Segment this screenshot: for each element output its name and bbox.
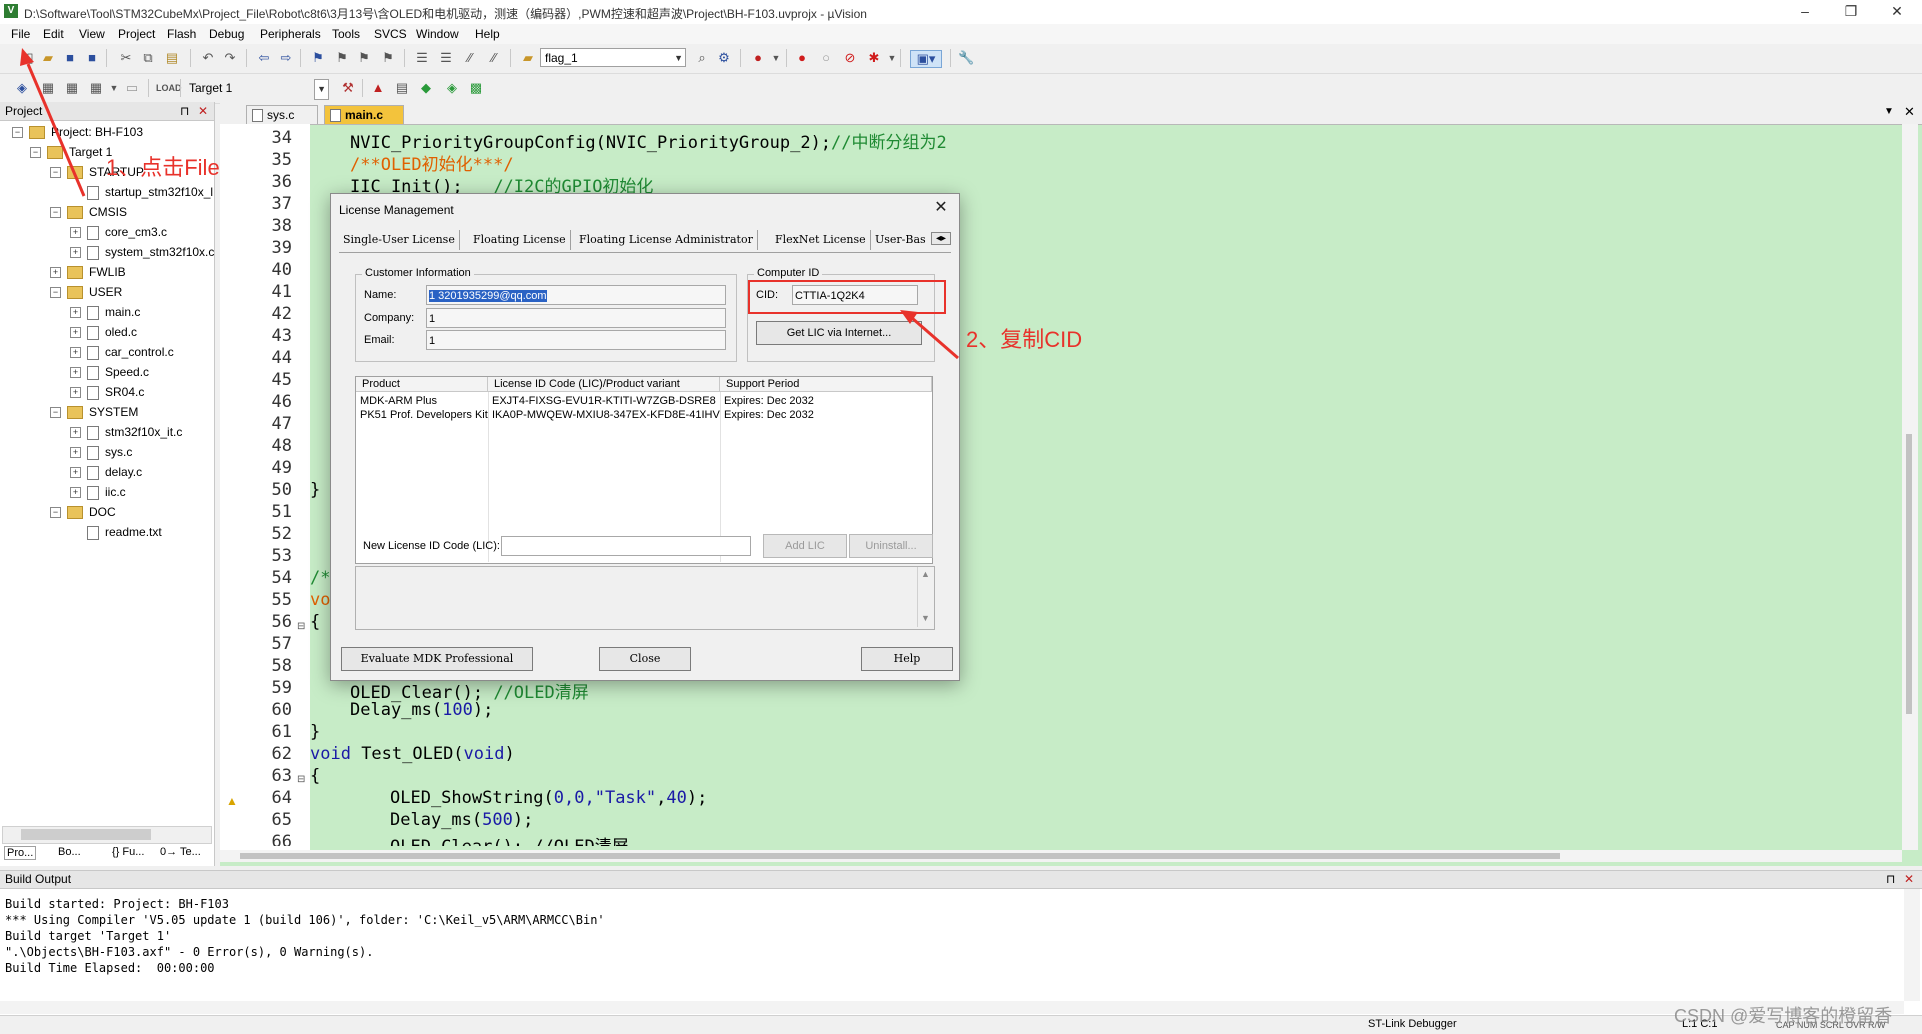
arrow-head-file [20,48,34,66]
arrow-to-cid [911,316,959,360]
build-output-panel: Build Output ⊓ ✕ Build started: Project:… [0,870,1922,1016]
annotation-step2: 2、复制CID [966,327,1083,352]
status-bar: ST-Link Debugger L:1 C:1 CAP NUM SCRL OV… [0,1015,1922,1034]
close-icon[interactable]: ✕ [1904,871,1914,888]
build-line: Build Time Elapsed: 00:00:00 [5,961,215,975]
annotation-step1: 1、点击File [106,155,220,180]
pin-icon[interactable]: ⊓ [1886,871,1895,888]
arrow-to-file-menu [26,63,86,197]
build-line: ".\Objects\BH-F103.axf" - 0 Error(s), 0 … [5,945,374,959]
build-line: Build target 'Target 1' [5,929,172,943]
status-debugger: ST-Link Debugger [1368,1018,1457,1030]
build-hscrollbar[interactable] [0,1001,1904,1014]
watermark: CSDN @爱写博客的橙留香 [1674,1006,1893,1026]
build-line: Build started: Project: BH-F103 [5,897,229,911]
build-line: *** Using Compiler 'V5.05 update 1 (buil… [5,913,605,927]
build-output-title: Build Output [5,872,72,886]
build-vscrollbar[interactable] [1904,889,1920,1001]
build-output-header: Build Output ⊓ ✕ [0,871,1922,889]
